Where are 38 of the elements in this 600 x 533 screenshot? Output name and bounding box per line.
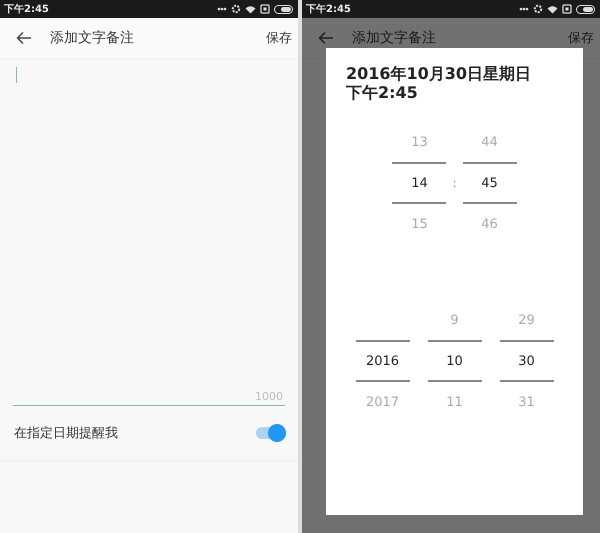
character-counter: 1000: [255, 390, 283, 403]
battery-icon: [576, 4, 596, 14]
picker-value[interactable]: 2017: [356, 382, 410, 422]
gear-icon: [231, 4, 241, 14]
picker-value[interactable]: 46: [462, 204, 517, 244]
picker-value[interactable]: 44: [462, 122, 517, 162]
screen-title: 添加文字备注: [352, 29, 437, 47]
wifi-icon: [547, 4, 558, 14]
sim-icon: [260, 4, 270, 14]
back-icon[interactable]: [16, 31, 32, 45]
picker-value[interactable]: 31: [500, 382, 554, 422]
save-button[interactable]: 保存: [266, 27, 292, 49]
picker-value[interactable]: 11: [428, 382, 482, 422]
picker-value[interactable]: 29: [500, 300, 554, 340]
status-time: 下午2:45: [306, 2, 351, 16]
dots-icon: [519, 7, 529, 11]
gear-icon: [533, 4, 543, 14]
note-input-field[interactable]: 1000: [13, 59, 285, 406]
save-button[interactable]: 保存: [568, 27, 594, 49]
picker-value[interactable]: 9: [428, 300, 482, 340]
dots-icon: [217, 7, 227, 11]
wifi-icon: [245, 4, 256, 14]
dialog-date-title: 2016年10月30日星期日: [346, 64, 532, 83]
picker-selected-value[interactable]: 30: [500, 340, 554, 382]
battery-icon: [274, 4, 294, 14]
picker-selected-value[interactable]: 45: [462, 162, 517, 204]
time-separator: :: [452, 176, 457, 190]
sim-icon: [562, 4, 572, 14]
picker-selected-value[interactable]: 10: [428, 340, 482, 382]
dialog-time-title: 下午2:45: [346, 83, 419, 102]
picker-selected-value[interactable]: 14: [392, 162, 446, 204]
picker-selected-value[interactable]: 2016: [356, 340, 410, 382]
text-cursor: [16, 67, 17, 83]
picker-value[interactable]: 13: [392, 122, 446, 162]
status-time: 下午2:45: [4, 2, 49, 16]
picker-value[interactable]: 15: [392, 204, 446, 244]
screen-title: 添加文字备注: [50, 29, 135, 47]
reminder-label: 在指定日期提醒我: [14, 425, 118, 442]
